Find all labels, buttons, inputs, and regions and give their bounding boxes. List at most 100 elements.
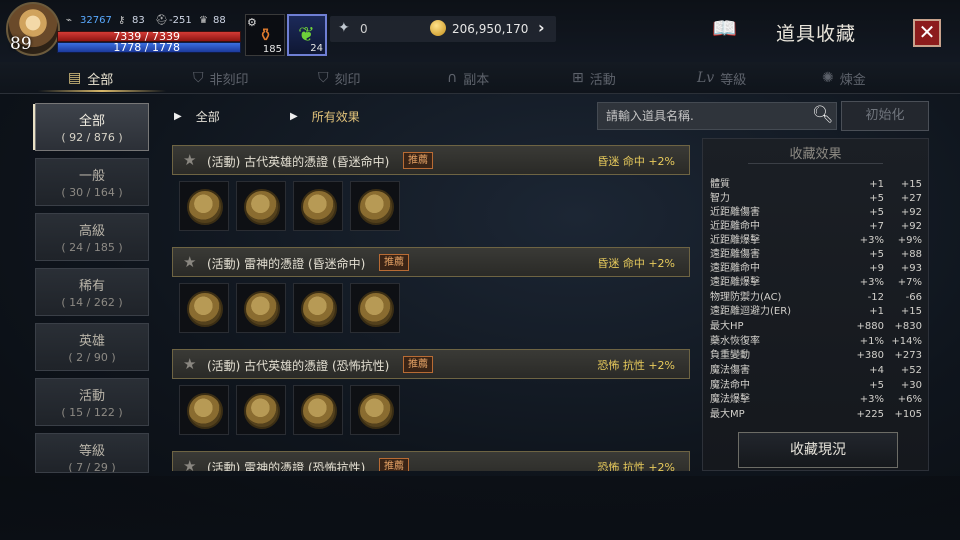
item-slot[interactable] xyxy=(350,283,400,333)
category-name: 全部 xyxy=(78,114,105,129)
item-slot[interactable] xyxy=(293,181,343,231)
effect-row: 魔法爆擊 +3% +6% xyxy=(708,393,924,407)
effect-total: +27 xyxy=(900,193,922,204)
group-header[interactable]: ★ (活動) 雷神的憑證 (昏迷命中) 推薦 昏迷 命中 +2% xyxy=(172,247,690,277)
group-items xyxy=(172,175,690,235)
stat-helmet: ⛑ -251 xyxy=(155,15,192,26)
effect-total: +14% xyxy=(891,336,922,347)
star-icon[interactable]: ★ xyxy=(183,151,196,169)
item-slot[interactable] xyxy=(236,385,286,435)
recommend-badge: 推薦 xyxy=(403,152,433,169)
group-items xyxy=(172,277,690,337)
chevron-right-icon[interactable]: › xyxy=(538,18,545,37)
item-slot[interactable] xyxy=(293,283,343,333)
effect-value: +1 xyxy=(869,306,884,317)
effect-name: 魔法命中 xyxy=(710,380,750,391)
category-name: 高級 xyxy=(78,224,105,239)
effect-value: +1 xyxy=(869,179,884,190)
effect-name: 物理防禦力(AC) xyxy=(710,292,782,303)
effects-title: 收藏效果 xyxy=(789,147,842,162)
category-name: 稀有 xyxy=(78,279,105,294)
breadcrumb-effect-filter[interactable]: ▶ 所有效果 xyxy=(290,108,360,125)
item-slot[interactable] xyxy=(179,283,229,333)
tab-label: 副本 xyxy=(463,72,490,88)
effect-name: 近距離傷害 xyxy=(710,207,760,218)
effect-row: 魔法傷害 +4 +52 xyxy=(708,364,924,378)
group-effect: 昏迷 命中 +2% xyxy=(597,155,675,168)
search-icon[interactable]: 🔍︎ xyxy=(812,105,834,125)
item-slot[interactable] xyxy=(293,385,343,435)
coin-item-icon xyxy=(301,291,337,327)
group-effect: 昏迷 命中 +2% xyxy=(597,257,675,270)
effect-row: 體質 +1 +15 xyxy=(708,178,924,192)
close-button[interactable]: ✕ xyxy=(913,19,941,47)
tab-event[interactable]: ⊞ 活動 xyxy=(572,62,616,94)
item-slot[interactable] xyxy=(236,181,286,231)
collection-list[interactable]: ★ (活動) 古代英雄的憑證 (昏迷命中) 推薦 昏迷 命中 +2% ★ (活動… xyxy=(165,138,698,471)
category-all[interactable]: 全部 ( 92 / 876 ) xyxy=(35,103,149,151)
group-header[interactable]: ★ (活動) 古代英雄的憑證 (昏迷命中) 推薦 昏迷 命中 +2% xyxy=(172,145,690,175)
tab-alchemy[interactable]: ✺ 煉金 xyxy=(822,62,866,94)
book-icon: 📖 xyxy=(712,16,737,40)
category-hero[interactable]: 英雄 ( 2 / 90 ) xyxy=(35,323,149,371)
category-rare[interactable]: 稀有 ( 14 / 262 ) xyxy=(35,268,149,316)
effect-total: +92 xyxy=(900,207,922,218)
star-icon[interactable]: ★ xyxy=(183,457,196,471)
item-slot[interactable] xyxy=(350,181,400,231)
item-slot[interactable] xyxy=(179,385,229,435)
category-count: ( 30 / 164 ) xyxy=(61,186,123,199)
helmet-icon: ⛑ xyxy=(155,14,168,26)
herb-count: 24 xyxy=(310,43,323,54)
tab-non-engraved[interactable]: ⛉ 非刻印 xyxy=(193,62,249,94)
search-input[interactable] xyxy=(598,103,808,129)
group-items xyxy=(172,379,690,439)
item-slot[interactable] xyxy=(350,385,400,435)
item-slot[interactable] xyxy=(236,283,286,333)
category-common[interactable]: 一般 ( 30 / 164 ) xyxy=(35,158,149,206)
category-event[interactable]: 活動 ( 15 / 122 ) xyxy=(35,378,149,426)
effect-total: -66 xyxy=(905,292,922,303)
category-name: 一般 xyxy=(78,169,105,184)
gold-count: 206,950,170 xyxy=(452,22,529,36)
effects-divider xyxy=(748,163,883,164)
effect-value: +7 xyxy=(869,221,884,232)
coin-item-icon xyxy=(244,291,280,327)
category-advanced[interactable]: 高級 ( 24 / 185 ) xyxy=(35,213,149,261)
effect-name: 魔法傷害 xyxy=(710,365,750,376)
effect-value: +225 xyxy=(856,409,884,420)
effect-name: 遠距離傷害 xyxy=(710,249,760,260)
coin-item-icon xyxy=(187,393,223,429)
group-header[interactable]: ★ (活動) 古代英雄的憑證 (恐怖抗性) 推薦 恐怖 抗性 +2% xyxy=(172,349,690,379)
quick-slot-herb[interactable]: ❦ 24 xyxy=(287,14,327,56)
category-count: ( 14 / 262 ) xyxy=(61,296,123,309)
reset-button[interactable]: 初始化 xyxy=(841,101,929,131)
effect-row: 近距離爆擊 +3% +9% xyxy=(708,234,924,248)
group-header[interactable]: ★ (活動) 雷神的憑證 (恐怖抗性) 推薦 恐怖 抗性 +2% xyxy=(172,451,690,471)
effect-row: 智力 +5 +27 xyxy=(708,192,924,206)
star-icon[interactable]: ★ xyxy=(183,355,196,373)
collection-group: ★ (活動) 古代英雄的憑證 (恐怖抗性) 推薦 恐怖 抗性 +2% xyxy=(172,349,690,439)
coin-item-icon xyxy=(244,189,280,225)
category-name: 活動 xyxy=(78,389,105,404)
collection-status-button[interactable]: 收藏現況 xyxy=(738,432,898,468)
gear-icon[interactable]: ⚙ xyxy=(247,16,257,29)
tab-engraved[interactable]: ⛉ 刻印 xyxy=(318,62,361,94)
category-level[interactable]: 等級 ( 7 / 29 ) xyxy=(35,433,149,473)
star-icon[interactable]: ★ xyxy=(183,253,196,271)
tab-dungeon[interactable]: ∩ 副本 xyxy=(447,62,489,94)
potion-icon: ⚱ xyxy=(258,25,274,46)
category-count: ( 15 / 122 ) xyxy=(61,406,123,419)
effect-name: 魔法爆擊 xyxy=(710,394,750,405)
combat-power: ⌁ 32767 xyxy=(66,15,112,26)
breadcrumb-category[interactable]: ▶ 全部 xyxy=(174,108,220,125)
effect-value: +5 xyxy=(869,193,884,204)
effect-total: +830 xyxy=(894,321,922,332)
item-slot[interactable] xyxy=(179,181,229,231)
effect-value: +3% xyxy=(859,277,884,288)
effect-name: 遠距離爆擊 xyxy=(710,277,760,288)
effect-total: +15 xyxy=(900,306,922,317)
group-name: (活動) 雷神的憑證 (昏迷命中) xyxy=(207,257,366,271)
category-name: 等級 xyxy=(78,444,105,459)
stat-helmet-value: -251 xyxy=(169,15,192,26)
tab-level[interactable]: Lv 等級 xyxy=(697,62,746,94)
